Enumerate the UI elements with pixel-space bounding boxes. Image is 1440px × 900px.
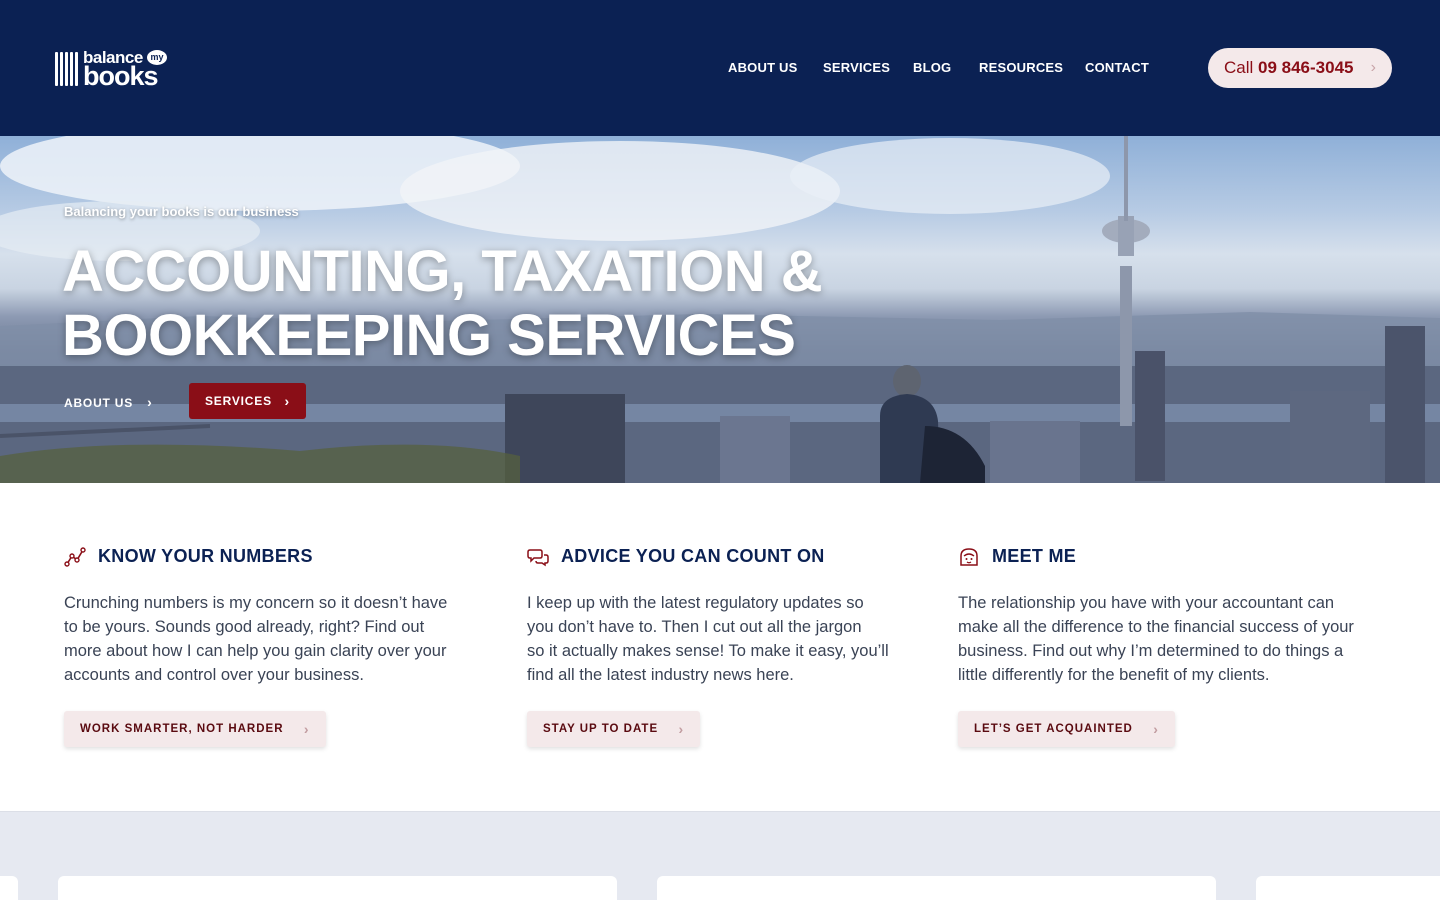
feature-text-line: I keep up with the latest regulatory upd… (527, 594, 864, 612)
site-header: balance my books ABOUT US SERVICES BLOG … (0, 0, 1440, 136)
feature-description: The relationship you have with your acco… (958, 591, 1354, 687)
feature-text-line: The relationship you have with your acco… (958, 594, 1335, 612)
lets-get-acquainted-button-label: LET’S GET ACQUAINTED (974, 723, 1133, 735)
about-us-link-label: ABOUT US (64, 396, 134, 410)
person-face-icon (960, 548, 978, 566)
services-button[interactable]: SERVICES › (189, 383, 306, 419)
feature-text-line: more about how I can help you gain clari… (64, 642, 447, 660)
nav-contact[interactable]: CONTACT (1085, 60, 1149, 75)
chevron-right-icon: › (1153, 721, 1159, 737)
testimonials-band (0, 811, 1440, 900)
chat-bubbles-icon (527, 549, 549, 567)
feature-text-line: you don’t have to. Then I cut out all th… (527, 618, 862, 636)
feature-text-line: Crunching numbers is my concern so it do… (64, 594, 448, 612)
feature-text-line: find all the latest industry news here. (527, 666, 794, 684)
call-number: 09 846-3045 (1258, 58, 1354, 77)
feature-title: MEET ME (992, 546, 1077, 566)
feature-text-line: accounts and control over your business. (64, 666, 364, 684)
nav-resources[interactable]: RESOURCES (979, 60, 1063, 75)
chevron-right-icon: › (284, 393, 290, 409)
services-button-label: SERVICES (205, 394, 272, 408)
hero-tagline: Balancing your books is our business (64, 204, 299, 219)
chevron-right-icon: › (678, 721, 685, 737)
feature-description: I keep up with the latest regulatory upd… (527, 591, 889, 687)
nav-blog[interactable]: BLOG (913, 60, 951, 75)
feature-title: ADVICE YOU CAN COUNT ON (561, 546, 825, 566)
hero-title: ACCOUNTING, TAXATION & BOOKKEEPING SERVI… (62, 240, 962, 368)
stay-up-to-date-button-label: STAY UP TO DATE (543, 723, 659, 735)
hero-title-line: BOOKKEEPING SERVICES (62, 303, 796, 368)
feature-text-line: to be yours. Sounds good already, right?… (64, 618, 425, 636)
feature-text-line: make all the difference to the financial… (958, 618, 1354, 636)
work-smarter-button-label: WORK SMARTER, NOT HARDER (80, 723, 284, 735)
call-prefix: Call (1224, 58, 1259, 77)
chevron-right-icon: › (303, 721, 310, 737)
about-us-link[interactable]: ABOUT US › (64, 394, 153, 410)
feature-text-line: so it actually makes sense! To make it e… (527, 642, 889, 660)
line-chart-icon (64, 547, 86, 567)
hero-title-line: ACCOUNTING, TAXATION & (62, 239, 823, 304)
feature-title: KNOW YOUR NUMBERS (98, 546, 313, 566)
nav-about-us[interactable]: ABOUT US (728, 60, 798, 75)
carousel-card[interactable] (657, 876, 1216, 900)
call-phone-button[interactable]: Call 09 846-3045 › (1208, 48, 1392, 88)
stay-up-to-date-button[interactable]: STAY UP TO DATE › (527, 711, 701, 747)
carousel-card[interactable] (0, 876, 18, 900)
chevron-right-icon: › (147, 394, 153, 410)
work-smarter-button[interactable]: WORK SMARTER, NOT HARDER › (64, 711, 326, 747)
feature-description: Crunching numbers is my concern so it do… (64, 591, 447, 687)
nav-services[interactable]: SERVICES (823, 60, 890, 75)
carousel-card[interactable] (58, 876, 617, 900)
lets-get-acquainted-button[interactable]: LET’S GET ACQUAINTED › (958, 711, 1175, 747)
chevron-right-icon: › (1370, 59, 1376, 76)
feature-text-line: business. Find out why I’m determined to… (958, 642, 1344, 660)
feature-text-line: little differently for the benefit of my… (958, 666, 1270, 684)
carousel-card[interactable] (1256, 876, 1440, 900)
hero-banner: Balancing your books is our business ACC… (0, 136, 1440, 483)
